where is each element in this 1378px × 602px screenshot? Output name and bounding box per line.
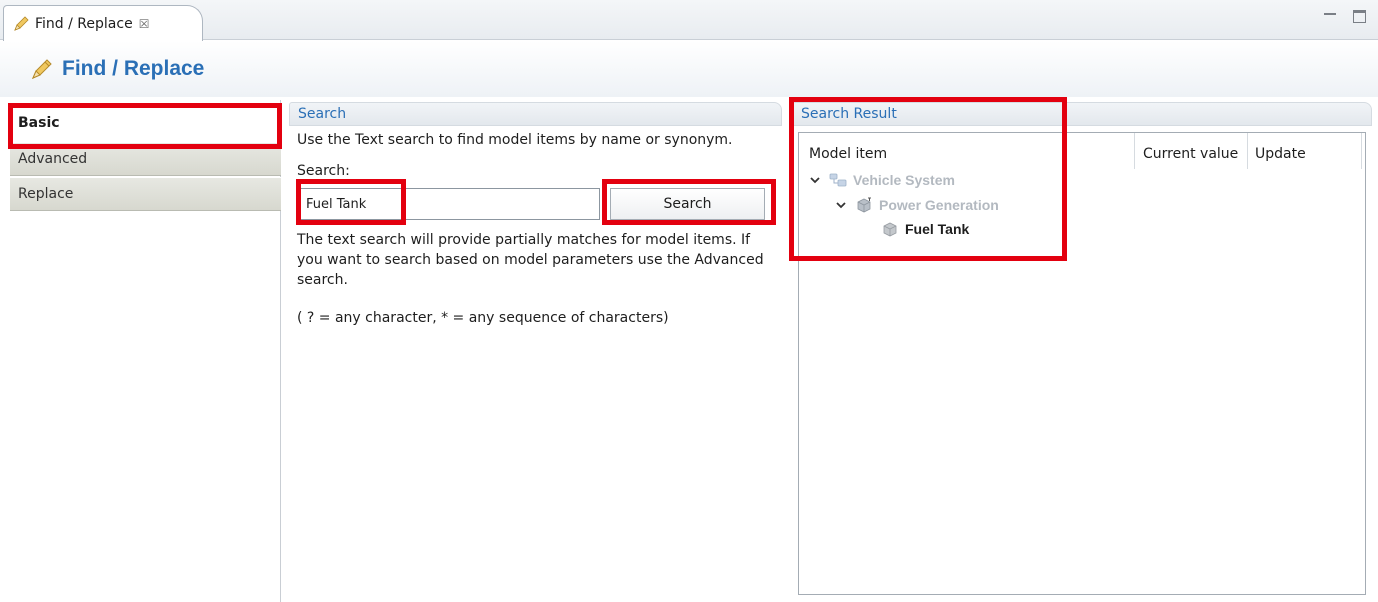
minimize-icon[interactable] — [1323, 10, 1337, 24]
pencil-icon — [14, 15, 29, 31]
page-title: Find / Replace — [62, 57, 205, 80]
search-result-title: Search Result — [792, 102, 1372, 126]
nav-item-label: Advanced — [18, 151, 88, 167]
tree-node-label: Fuel Tank — [905, 221, 970, 237]
column-separator — [1247, 133, 1248, 169]
view-tab-strip: Find / Replace ☒ — [0, 0, 1378, 41]
pencil-icon — [32, 59, 52, 79]
search-help-text: The text search will provide partially m… — [297, 232, 764, 288]
maximize-icon[interactable] — [1353, 10, 1366, 23]
search-result-section: Search Result Model item Current value U… — [792, 102, 1372, 602]
column-separator — [1361, 133, 1362, 169]
search-description: Use the Text search to find model items … — [297, 132, 733, 148]
view-tab-find-replace[interactable]: Find / Replace ☒ — [3, 5, 203, 41]
search-input[interactable] — [299, 188, 600, 220]
chevron-down-icon[interactable] — [809, 174, 821, 186]
tree-row[interactable]: Vehicle System — [809, 169, 955, 191]
system-icon — [829, 173, 847, 187]
window-controls — [1323, 10, 1366, 24]
component-icon — [857, 197, 871, 213]
column-header-model-item[interactable]: Model item — [809, 143, 887, 165]
wildcard-help-text: ( ? = any character, * = any sequence of… — [297, 310, 669, 326]
search-button[interactable]: Search — [610, 188, 765, 220]
nav-item-label: Basic — [18, 115, 60, 131]
chevron-down-icon[interactable] — [835, 199, 847, 211]
nav-item-basic[interactable]: Basic — [10, 106, 281, 140]
column-separator — [1134, 133, 1135, 169]
tree-node-label: Power Generation — [879, 197, 999, 213]
search-field-label: Search: — [297, 163, 350, 179]
part-icon — [883, 222, 897, 237]
tree-row[interactable]: Power Generation — [835, 194, 999, 216]
tree-row[interactable]: Fuel Tank — [881, 218, 969, 240]
nav-item-label: Replace — [18, 186, 74, 202]
form-header: Find / Replace — [0, 41, 1378, 97]
result-tree-table[interactable]: Model item Current value Update Vehicle … — [798, 132, 1366, 595]
tab-title: Find / Replace — [35, 15, 133, 32]
close-icon[interactable]: ☒ — [139, 17, 150, 31]
tree-node-label: Vehicle System — [853, 172, 955, 188]
nav-item-advanced[interactable]: Advanced — [10, 142, 281, 176]
search-section-title: Search — [289, 102, 782, 126]
search-section: Search Use the Text search to find model… — [289, 102, 782, 602]
column-header-current-value[interactable]: Current value — [1143, 143, 1238, 165]
column-header-update[interactable]: Update — [1255, 143, 1306, 165]
nav-item-replace[interactable]: Replace — [10, 177, 281, 211]
left-nav: Basic Advanced Replace — [10, 100, 281, 602]
